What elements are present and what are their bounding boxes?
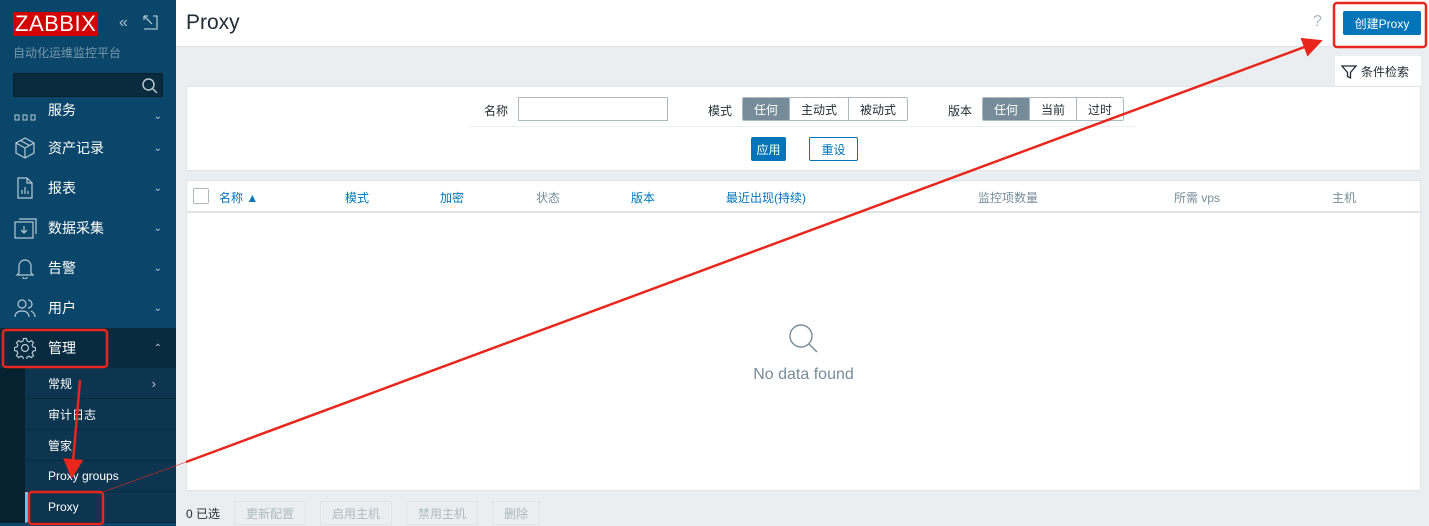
mode-segmented-control: 任何 主动式 被动式 xyxy=(742,97,909,121)
apply-button[interactable]: 应用 xyxy=(751,137,786,161)
name-input[interactable] xyxy=(518,97,668,121)
empty-state: No data found xyxy=(187,321,1420,384)
disable-hosts-button[interactable]: 禁用主机 xyxy=(406,501,479,525)
services-icon xyxy=(0,112,48,122)
submenu-item-audit-log[interactable]: 审计日志 xyxy=(25,399,176,430)
menu-item-data-collection[interactable]: 数据采集 ⌄ xyxy=(0,208,176,248)
zabbix-logo[interactable]: ZABBIX xyxy=(13,12,99,36)
filter-panel: 名称 模式 任何 主动式 被动式 版本 任何 当前 过时 应用 重设 xyxy=(186,86,1421,171)
mode-option-any[interactable]: 任何 xyxy=(743,98,791,120)
submenu-item-proxy-groups[interactable]: Proxy groups xyxy=(25,461,176,492)
sidebar-search-input[interactable] xyxy=(13,73,163,97)
chevron-up-icon: ⌃ xyxy=(153,342,162,354)
table-header: 名称 ▲ 模式 加密 状态 版本 最近出现(持续) 监控项数量 所需 vps 主… xyxy=(187,181,1420,213)
mode-option-passive[interactable]: 被动式 xyxy=(849,98,908,120)
column-encryption[interactable]: 加密 xyxy=(440,189,464,206)
version-option-outdated[interactable]: 过时 xyxy=(1077,98,1124,120)
magnifier-icon xyxy=(788,324,817,353)
brand-subtitle: 自动化运维监控平台 xyxy=(13,46,122,60)
gear-icon xyxy=(0,337,48,359)
version-option-current[interactable]: 当前 xyxy=(1030,98,1078,120)
bell-icon xyxy=(0,257,48,279)
collapse-sidebar-icon[interactable]: « xyxy=(119,14,128,32)
no-data-text: No data found xyxy=(753,366,854,383)
version-label: 版本 xyxy=(948,104,973,118)
menu-item-alerts[interactable]: 告警 ⌄ xyxy=(0,248,176,288)
submenu-item-label: 管家 xyxy=(48,438,73,453)
menu-item-label: 告警 xyxy=(48,260,76,276)
sidebar: ZABBIX « 自动化运维监控平台 服务 ⌄ 资产记录 ⌄ 报表 ⌄ 数据采集… xyxy=(0,0,176,526)
submenu-item-general[interactable]: 常规 › xyxy=(25,368,176,399)
mode-option-active[interactable]: 主动式 xyxy=(790,98,850,120)
chevron-down-icon: ⌄ xyxy=(153,262,162,274)
submenu-item-label: 常规 xyxy=(48,376,73,391)
kiosk-mode-icon[interactable] xyxy=(143,15,158,35)
chevron-down-icon: ⌄ xyxy=(153,182,162,194)
filter-divider xyxy=(470,126,1135,127)
column-mode[interactable]: 模式 xyxy=(345,189,369,206)
chevron-down-icon: ⌄ xyxy=(153,302,162,314)
menu-item-users[interactable]: 用户 ⌄ xyxy=(0,288,176,328)
selected-count: 0 已选 xyxy=(186,506,221,521)
column-version[interactable]: 版本 xyxy=(631,189,655,206)
data-collection-icon xyxy=(0,217,48,239)
report-icon xyxy=(0,177,48,199)
column-name[interactable]: 名称 ▲ xyxy=(219,189,258,206)
column-last-seen[interactable]: 最近出现(持续) xyxy=(726,189,806,206)
version-option-any[interactable]: 任何 xyxy=(983,98,1031,120)
chevron-down-icon: ⌄ xyxy=(153,222,162,234)
reset-button[interactable]: 重设 xyxy=(809,137,858,161)
submenu-item-proxy[interactable]: Proxy xyxy=(25,492,176,523)
action-bar: 0 已选 更新配置 启用主机 禁用主机 删除 xyxy=(186,501,541,525)
version-segmented-control: 任何 当前 过时 xyxy=(982,97,1125,121)
mode-label: 模式 xyxy=(708,104,733,118)
menu-item-label: 管理 xyxy=(48,340,76,356)
menu-item-label: 数据采集 xyxy=(48,220,104,236)
select-all-checkbox[interactable] xyxy=(193,188,209,204)
enable-hosts-button[interactable]: 启用主机 xyxy=(320,501,393,525)
box-icon xyxy=(0,137,48,159)
main-menu: 服务 ⌄ 资产记录 ⌄ 报表 ⌄ 数据采集 ⌄ 告警 ⌄ 用户 ⌄ 管理 ⌃ 常… xyxy=(0,98,176,523)
refresh-config-button[interactable]: 更新配置 xyxy=(234,501,307,525)
submenu-item-housekeeping[interactable]: 管家 xyxy=(25,430,176,461)
column-item-count: 监控项数量 xyxy=(978,191,1039,205)
proxy-table: 名称 ▲ 模式 加密 状态 版本 最近出现(持续) 监控项数量 所需 vps 主… xyxy=(186,180,1421,491)
chevron-down-icon: ⌄ xyxy=(153,111,162,122)
column-required-vps: 所需 vps xyxy=(1174,191,1221,205)
logo-row: ZABBIX xyxy=(13,12,99,36)
chevron-right-icon: › xyxy=(151,375,156,391)
filter-tab[interactable]: 条件检索 xyxy=(1335,56,1421,87)
page-title: Proxy xyxy=(186,11,240,34)
submenu-item-label: Proxy xyxy=(48,500,79,514)
search-icon[interactable] xyxy=(141,77,159,95)
filter-icon xyxy=(1341,64,1357,79)
submenu-item-label: 审计日志 xyxy=(48,407,97,422)
delete-button[interactable]: 删除 xyxy=(492,501,541,525)
menu-item-label: 资产记录 xyxy=(48,140,104,156)
menu-item-inventory[interactable]: 资产记录 ⌄ xyxy=(0,128,176,168)
users-icon xyxy=(0,297,48,319)
page-header: Proxy ? 创建Proxy xyxy=(176,0,1429,47)
menu-item-reports[interactable]: 报表 ⌄ xyxy=(0,168,176,208)
chevron-down-icon: ⌄ xyxy=(153,142,162,154)
menu-item-label: 报表 xyxy=(48,180,76,196)
menu-item-services[interactable]: 服务 ⌄ xyxy=(0,98,176,122)
menu-item-label: 用户 xyxy=(48,300,76,316)
administration-submenu: 常规 › 审计日志 管家 Proxy groups Proxy xyxy=(0,368,176,523)
column-state: 状态 xyxy=(536,191,561,205)
menu-item-label: 服务 xyxy=(48,102,76,118)
create-proxy-button[interactable]: 创建Proxy xyxy=(1343,11,1421,35)
filter-tab-label: 条件检索 xyxy=(1361,65,1410,79)
submenu-item-label: Proxy groups xyxy=(48,469,119,483)
help-icon[interactable]: ? xyxy=(1313,13,1322,31)
menu-item-administration[interactable]: 管理 ⌃ xyxy=(0,328,176,368)
name-label: 名称 xyxy=(484,104,509,118)
column-hosts: 主机 xyxy=(1332,191,1357,205)
